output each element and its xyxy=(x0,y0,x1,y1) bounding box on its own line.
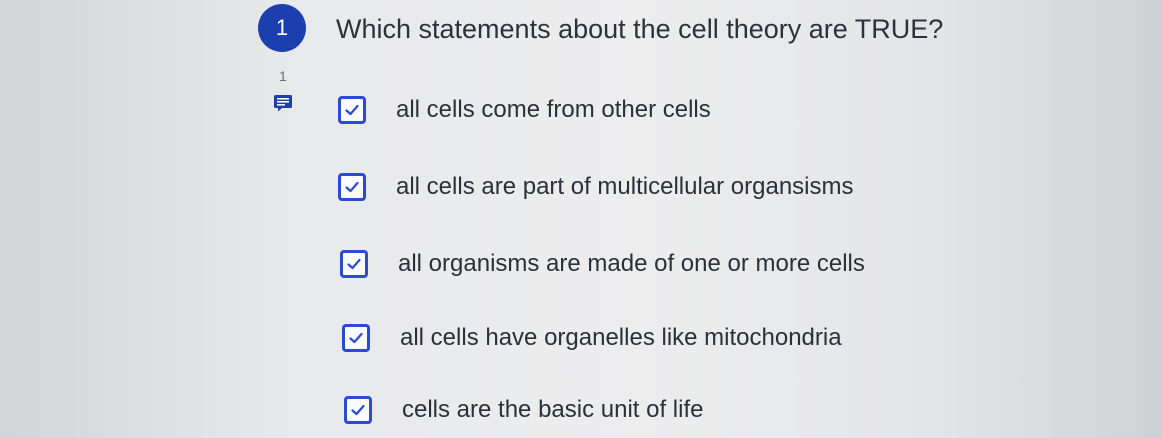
option-2[interactable]: all organisms are made of one or more ce… xyxy=(340,250,865,278)
option-label: all cells are part of multicellular orga… xyxy=(396,173,854,200)
question-panel: 1 Which statements about the cell theory… xyxy=(0,0,1162,438)
option-label: all cells have organelles like mitochond… xyxy=(400,324,842,351)
checkmark-icon xyxy=(345,181,359,193)
checkmark-icon xyxy=(351,404,365,416)
comment-count: 1 xyxy=(279,68,287,84)
question-prompt: Which statements about the cell theory a… xyxy=(336,14,944,44)
option-0[interactable]: all cells come from other cells xyxy=(338,96,711,124)
comment-icon[interactable] xyxy=(273,94,293,112)
option-checkbox[interactable] xyxy=(340,250,368,278)
option-4[interactable]: cells are the basic unit of life xyxy=(344,396,704,424)
option-checkbox[interactable] xyxy=(344,396,372,424)
checkmark-icon xyxy=(345,104,359,116)
question-number-badge: 1 xyxy=(258,4,306,52)
option-1[interactable]: all cells are part of multicellular orga… xyxy=(338,173,854,201)
option-label: cells are the basic unit of life xyxy=(402,396,704,423)
option-label: all organisms are made of one or more ce… xyxy=(398,250,865,277)
checkmark-icon xyxy=(349,332,363,344)
checkmark-icon xyxy=(347,258,361,270)
option-checkbox[interactable] xyxy=(342,324,370,352)
option-3[interactable]: all cells have organelles like mitochond… xyxy=(342,324,842,352)
option-checkbox[interactable] xyxy=(338,96,366,124)
option-checkbox[interactable] xyxy=(338,173,366,201)
option-label: all cells come from other cells xyxy=(396,96,711,123)
